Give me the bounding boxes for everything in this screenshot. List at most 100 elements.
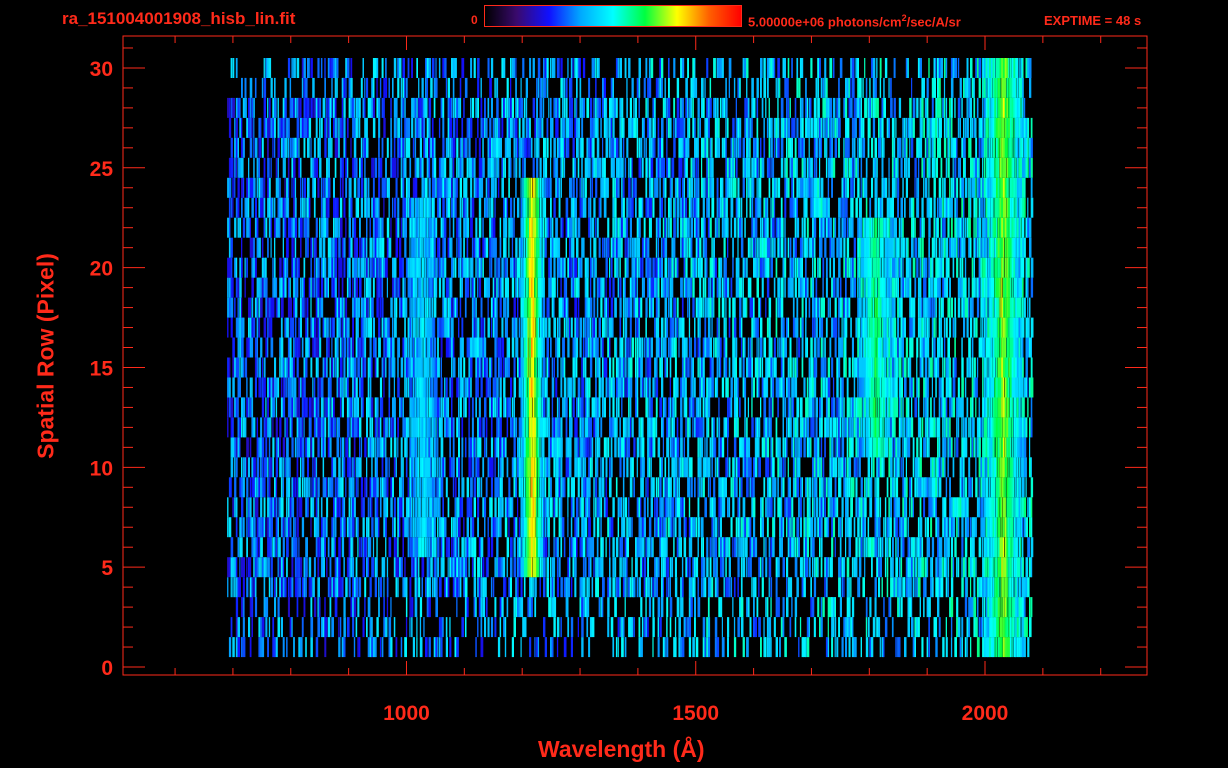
heatmap-cell bbox=[298, 577, 301, 598]
heatmap-cell bbox=[624, 597, 626, 618]
heatmap-cell bbox=[425, 417, 427, 438]
heatmap-cell bbox=[451, 377, 454, 398]
heatmap-cell bbox=[383, 357, 385, 378]
heatmap-cell bbox=[867, 397, 869, 418]
heatmap-cell bbox=[362, 497, 365, 518]
heatmap-cell bbox=[529, 337, 532, 358]
heatmap-cell bbox=[697, 397, 699, 418]
heatmap-cell bbox=[471, 397, 474, 418]
heatmap-cell bbox=[289, 317, 292, 338]
heatmap-cell bbox=[938, 397, 941, 418]
heatmap-cell bbox=[494, 497, 497, 518]
heatmap-cell bbox=[909, 357, 912, 378]
heatmap-cell bbox=[964, 557, 967, 578]
heatmap-cell bbox=[662, 437, 664, 458]
heatmap-cell bbox=[753, 517, 756, 538]
heatmap-cell bbox=[574, 557, 577, 578]
heatmap-cell bbox=[631, 417, 634, 438]
heatmap-cell bbox=[673, 417, 675, 438]
heatmap-cell bbox=[468, 557, 470, 578]
heatmap-cell bbox=[537, 557, 540, 578]
heatmap-cell bbox=[265, 617, 268, 638]
heatmap-cell bbox=[282, 557, 285, 578]
heatmap-cell bbox=[815, 477, 818, 498]
heatmap-cell bbox=[1015, 497, 1017, 518]
heatmap-cell bbox=[237, 397, 239, 418]
heatmap-cell bbox=[497, 557, 500, 578]
heatmap-cell bbox=[714, 437, 717, 458]
heatmap-cell bbox=[648, 337, 651, 358]
heatmap-cell bbox=[740, 537, 743, 558]
heatmap-cell bbox=[636, 457, 638, 478]
heatmap-cell bbox=[480, 577, 483, 598]
heatmap-cell bbox=[838, 517, 840, 538]
heatmap-cell bbox=[851, 477, 855, 498]
heatmap-cell bbox=[1004, 477, 1006, 498]
heatmap-cell bbox=[383, 597, 385, 618]
heatmap-cell bbox=[477, 477, 479, 498]
heatmap-cell bbox=[947, 517, 949, 538]
heatmap-cell bbox=[657, 637, 660, 658]
heatmap-cell bbox=[1008, 317, 1010, 338]
heatmap-cell bbox=[996, 337, 998, 358]
heatmap-cell bbox=[326, 517, 328, 538]
heatmap-cell bbox=[917, 377, 920, 398]
heatmap-cell bbox=[293, 517, 295, 538]
heatmap-cell bbox=[846, 377, 849, 398]
heatmap-cell bbox=[622, 557, 625, 578]
heatmap-cell bbox=[626, 537, 629, 558]
heatmap-cell bbox=[378, 597, 380, 618]
heatmap-cell bbox=[886, 337, 889, 358]
heatmap-cell bbox=[997, 497, 1000, 518]
heatmap-cell bbox=[718, 357, 720, 378]
heatmap-cell bbox=[919, 417, 921, 438]
heatmap-cell bbox=[654, 377, 656, 398]
heatmap-cell bbox=[938, 457, 941, 478]
heatmap-cell bbox=[230, 297, 234, 318]
heatmap-cell bbox=[751, 377, 753, 398]
heatmap-cell bbox=[784, 397, 787, 418]
heatmap-cell bbox=[522, 397, 524, 418]
heatmap-cell bbox=[555, 377, 558, 398]
heatmap-cell bbox=[317, 477, 320, 498]
heatmap-cell bbox=[576, 497, 579, 518]
heatmap-cell bbox=[265, 457, 267, 478]
heatmap-cell bbox=[258, 537, 260, 558]
heatmap-cell bbox=[733, 437, 737, 458]
heatmap-cell bbox=[437, 337, 439, 358]
heatmap-cell bbox=[851, 617, 854, 638]
heatmap-cell bbox=[794, 317, 797, 338]
heatmap-cell bbox=[716, 317, 719, 338]
heatmap-cell bbox=[786, 577, 788, 598]
heatmap-cell bbox=[544, 537, 548, 558]
heatmap-cell bbox=[822, 457, 825, 478]
heatmap-cell bbox=[938, 317, 941, 338]
heatmap-cell bbox=[607, 597, 610, 618]
heatmap-cell bbox=[773, 337, 776, 358]
heatmap-cell bbox=[884, 417, 887, 438]
heatmap-cell bbox=[275, 457, 279, 478]
heatmap-cell bbox=[1020, 617, 1022, 638]
heatmap-cell bbox=[444, 517, 447, 538]
heatmap-cell bbox=[883, 337, 886, 358]
heatmap-cell bbox=[1016, 537, 1019, 558]
heatmap-cell bbox=[411, 497, 413, 518]
heatmap-cell bbox=[933, 477, 936, 498]
heatmap-cell bbox=[864, 537, 866, 558]
heatmap-cell bbox=[789, 417, 792, 438]
heatmap-cell bbox=[709, 437, 712, 458]
heatmap-cell bbox=[536, 457, 538, 478]
heatmap-cell bbox=[819, 397, 821, 418]
heatmap-cell bbox=[239, 577, 241, 598]
heatmap-cell bbox=[806, 537, 809, 558]
heatmap-cell bbox=[921, 477, 924, 498]
heatmap-cell bbox=[937, 517, 940, 538]
heatmap-cell bbox=[272, 377, 274, 398]
heatmap-cell bbox=[674, 317, 677, 338]
heatmap-cell bbox=[614, 577, 616, 598]
heatmap-cell bbox=[490, 457, 494, 478]
heatmap-cell bbox=[482, 317, 484, 338]
heatmap-cell bbox=[546, 377, 548, 398]
heatmap-cell bbox=[838, 357, 841, 378]
heatmap-cell bbox=[978, 617, 981, 638]
